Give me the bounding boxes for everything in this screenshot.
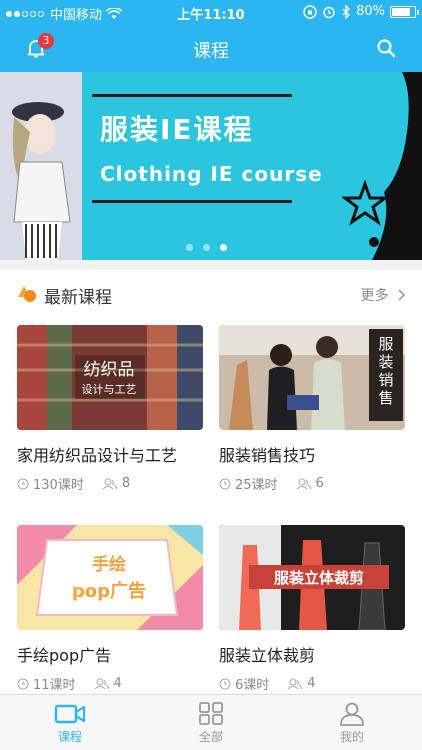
more-link[interactable]: 更多: [361, 285, 406, 305]
people-icon: [296, 478, 312, 489]
bluetooth-icon: [342, 4, 351, 19]
student-count: 4: [113, 676, 122, 691]
pager-dot[interactable]: [186, 244, 193, 251]
battery-level: [392, 7, 410, 16]
pager-dot-active[interactable]: [220, 244, 227, 251]
course-meta: 11课时 4: [17, 674, 203, 693]
svg-text:服: 服: [378, 335, 393, 353]
banner-rule-bottom: [92, 200, 292, 203]
course-card[interactable]: 手绘 pop广告 手绘pop广告 11课时 4: [17, 525, 203, 693]
course-title: 家用纺织品设计与工艺: [17, 446, 178, 465]
page-title: 课程: [193, 41, 229, 62]
tab-me[interactable]: 我的: [312, 702, 392, 745]
course-title: 服装销售技巧: [219, 446, 316, 465]
course-meta: 25课时 6: [219, 474, 405, 493]
banner-text: 服装IE课程 Clothing IE course: [100, 108, 340, 186]
course-card[interactable]: 服 装 销 售 服装销售技巧 25课时 6: [219, 325, 405, 493]
course-card[interactable]: 纺织品 设计与工艺 家用纺织品设计与工艺 130课时 8: [17, 325, 203, 493]
course-thumbnail: 纺织品 设计与工艺: [17, 325, 203, 430]
clock-icon: [219, 478, 231, 489]
grid-icon: [199, 702, 223, 725]
clock-icon: [17, 678, 29, 689]
banner-carousel[interactable]: 服装IE课程 Clothing IE course: [0, 72, 422, 260]
section-header: 最新课程 更多: [0, 270, 422, 316]
pager-dot[interactable]: [203, 244, 210, 251]
course-thumbnail: 服 装 销 售: [219, 325, 405, 430]
nav-bar: 3 课程: [0, 24, 422, 72]
svg-text:纺织品: 纺织品: [84, 360, 135, 380]
svg-text:销: 销: [378, 371, 393, 389]
course-meta: 6课时 4: [219, 674, 405, 693]
orientation-lock-icon: [303, 4, 317, 19]
lesson-count: 11课时: [33, 678, 76, 693]
svg-text:手绘: 手绘: [92, 554, 126, 575]
tab-all[interactable]: 全部: [171, 702, 251, 745]
section-title: 最新课程: [44, 288, 112, 308]
course-card[interactable]: 服装立体裁剪 服装立体裁剪 6课时 4: [219, 525, 405, 693]
svg-text:设计与工艺: 设计与工艺: [82, 383, 137, 396]
course-title: 服装立体裁剪: [219, 646, 316, 665]
lesson-count: 6课时: [235, 678, 270, 693]
status-bar: 中国移动 上午11:10 80%: [0, 0, 422, 24]
student-count: 4: [307, 676, 316, 691]
user-icon: [340, 702, 364, 726]
svg-text:pop广告: pop广告: [72, 580, 146, 602]
people-icon: [94, 678, 110, 689]
course-thumbnail: 手绘 pop广告: [17, 525, 203, 630]
tab-courses[interactable]: 课程: [30, 702, 110, 745]
battery-percent: 80%: [356, 4, 385, 19]
search-icon[interactable]: [376, 38, 396, 58]
people-icon: [287, 678, 303, 689]
silhouette-art: [369, 72, 422, 260]
course-title: 手绘pop广告: [17, 646, 112, 665]
svg-text:装: 装: [378, 353, 393, 371]
lesson-count: 130课时: [33, 478, 84, 493]
more-label: 更多: [360, 288, 389, 304]
banner-rule-top: [92, 94, 292, 97]
clock-icon: [219, 678, 231, 689]
course-meta: 130课时 8: [17, 474, 203, 493]
clock-icon: [17, 478, 29, 489]
banner-title: 服装IE课程: [100, 113, 254, 146]
student-count: 8: [121, 476, 131, 491]
status-icons: 80%: [303, 4, 419, 19]
carousel-pager: [186, 244, 227, 251]
battery-icon: [390, 5, 419, 18]
video-icon: [54, 704, 86, 724]
banner-subtitle: Clothing IE course: [100, 162, 323, 186]
shapes-icon: [18, 286, 36, 302]
chevron-right-icon: [398, 289, 406, 301]
tab-label: 课程: [57, 730, 82, 744]
course-thumbnail: 服装立体裁剪: [219, 525, 405, 630]
course-section: 最新课程 更多 纺织品 设计与工艺 家用纺织品设计与工艺 130课时 8 服 装…: [0, 270, 422, 694]
tab-label: 全部: [198, 730, 223, 744]
banner-illustration: [0, 72, 82, 260]
people-icon: [102, 478, 118, 489]
svg-text:服装立体裁剪: 服装立体裁剪: [274, 569, 364, 587]
svg-text:售: 售: [378, 389, 393, 407]
student-count: 6: [315, 476, 324, 491]
tab-bar: 课程 全部 我的: [0, 694, 422, 750]
lesson-count: 25课时: [235, 478, 278, 493]
tab-label: 我的: [339, 730, 364, 744]
alarm-icon: [323, 6, 335, 18]
